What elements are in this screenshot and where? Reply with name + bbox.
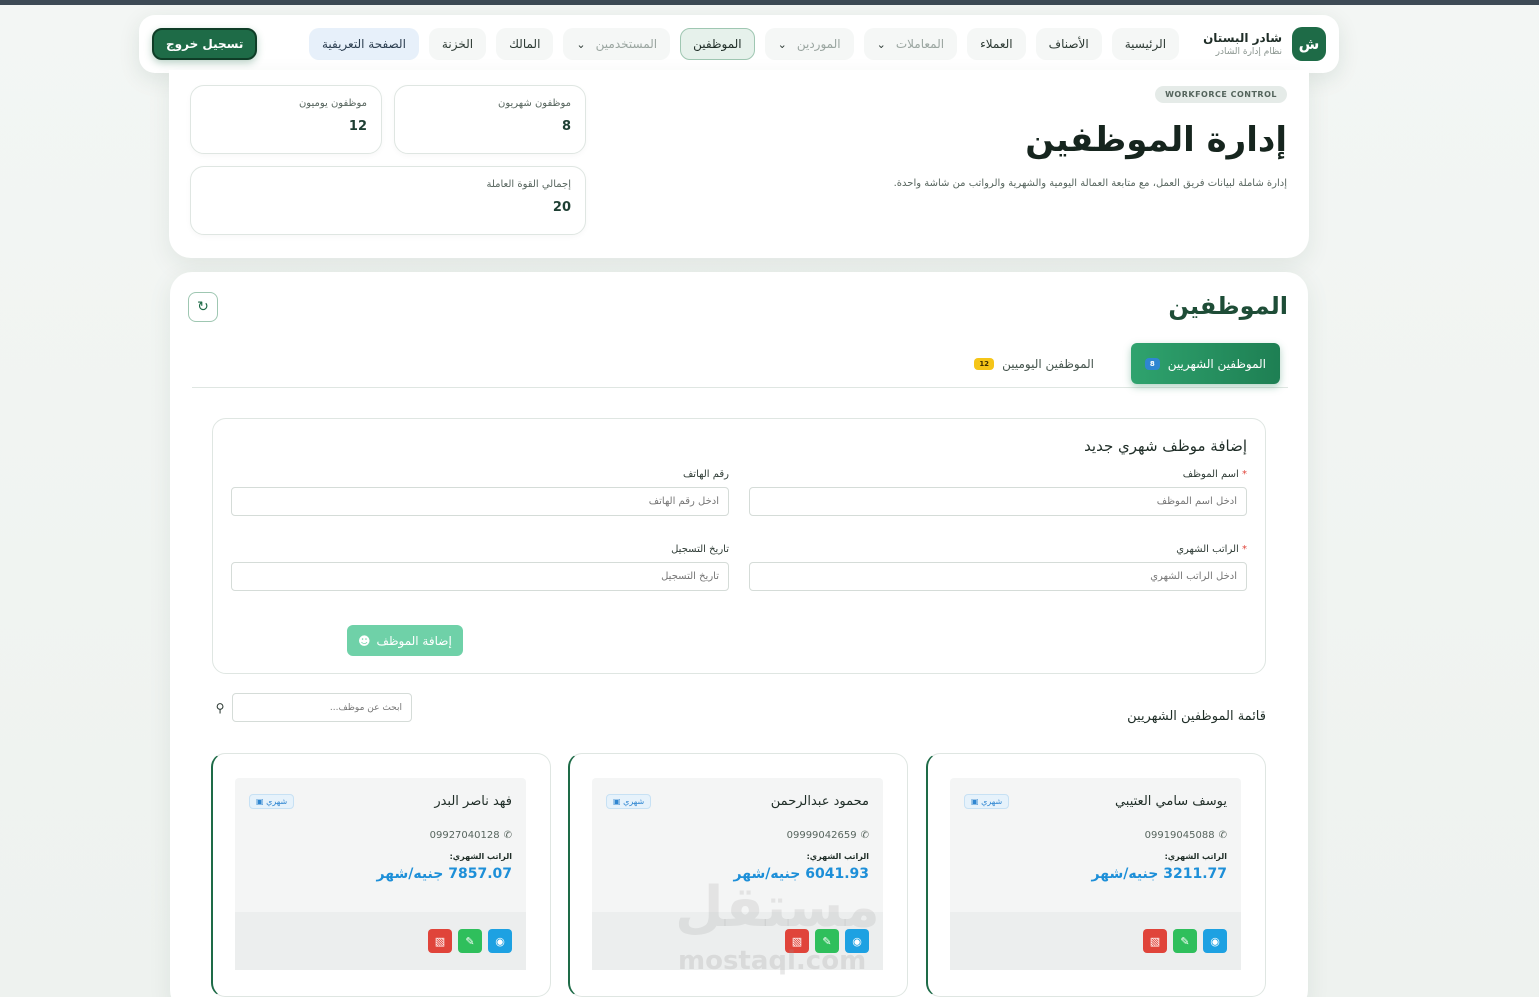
nav-items-categories[interactable]: الأصناف bbox=[1035, 28, 1102, 60]
pencil-icon: ✎ bbox=[1180, 934, 1190, 948]
employee-card: فهد ناصر البدر شهري ▣ ✆ 09927040128 الرات… bbox=[211, 753, 551, 997]
form-title: إضافة موظف شهري جديد bbox=[1084, 437, 1247, 455]
section-title: الموظفين bbox=[1168, 292, 1288, 320]
employee-salary: 7857.07 جنيه/شهر bbox=[376, 866, 512, 882]
hero-description: إدارة شاملة لبيانات فريق العمل، مع متابع… bbox=[893, 178, 1287, 189]
employee-card: يوسف سامي العتيبي شهري ▣ ✆ 09919045088 ال… bbox=[926, 753, 1266, 997]
lock-icon: ▣ bbox=[613, 797, 621, 806]
monthly-salary-input[interactable] bbox=[749, 562, 1247, 591]
nav-about[interactable]: الصفحة التعريفية bbox=[308, 28, 419, 60]
stat-daily: موظفون يوميون 12 bbox=[190, 85, 382, 154]
employee-phone: ✆ 09927040128 bbox=[429, 830, 512, 841]
delete-button[interactable]: ▧ bbox=[1143, 929, 1167, 953]
employee-phone: ✆ 09919045088 bbox=[1144, 830, 1227, 841]
list-title: قائمة الموظفين الشهريين bbox=[1127, 709, 1266, 724]
nav-transactions-dropdown[interactable]: المعاملات ⌄ bbox=[863, 28, 958, 60]
brand-logo: ش bbox=[1292, 27, 1326, 61]
lock-icon: ▣ bbox=[256, 797, 264, 806]
hero-panel: WORKFORCE CONTROL إدارة الموظفين إدارة ش… bbox=[169, 70, 1309, 258]
nav-clients[interactable]: العملاء bbox=[967, 28, 1026, 60]
eye-icon: ◉ bbox=[495, 934, 505, 948]
registration-date-input[interactable] bbox=[231, 562, 729, 591]
date-field: تاريخ التسجيل bbox=[231, 544, 729, 591]
employee-name: فهد ناصر البدر bbox=[434, 794, 512, 809]
phone-input[interactable] bbox=[231, 487, 729, 516]
tabs: الموظفين الشهريين 8 الموظفين اليوميين 12 bbox=[192, 342, 1288, 388]
nav-treasury[interactable]: الخزنة bbox=[428, 28, 487, 60]
nav-owner[interactable]: المالك bbox=[496, 28, 554, 60]
trash-icon: ▧ bbox=[1149, 934, 1161, 948]
trash-icon: ▧ bbox=[434, 934, 446, 948]
employee-name: محمود عبدالرحمن bbox=[770, 794, 869, 809]
watermark-url: mostaql.com bbox=[678, 946, 867, 976]
card-actions: ◉ ✎ ▧ bbox=[235, 912, 526, 970]
navbar: ش شادر البستان نظام إدارة الشادر الرئيسي… bbox=[139, 15, 1339, 73]
phone-field: رقم الهاتف bbox=[231, 469, 729, 516]
chevron-down-icon: ⌄ bbox=[777, 37, 787, 51]
edit-button[interactable]: ✎ bbox=[1173, 929, 1197, 953]
name-field: * اسم الموظف bbox=[749, 469, 1247, 516]
brand-subtitle: نظام إدارة الشادر bbox=[1215, 47, 1282, 57]
pencil-icon: ✎ bbox=[465, 934, 475, 948]
add-employee-button[interactable]: إضافة الموظف ☻ bbox=[347, 625, 463, 656]
tab-daily-employees[interactable]: الموظفين اليوميين 12 bbox=[962, 343, 1106, 384]
salary-label: الراتب الشهري: bbox=[1164, 852, 1227, 861]
count-badge: 12 bbox=[974, 357, 995, 370]
top-accent-line bbox=[0, 0, 1539, 5]
salary-label: الراتب الشهري: bbox=[806, 852, 869, 861]
refresh-button[interactable]: ↻ bbox=[188, 292, 218, 322]
salary-label: الراتب الشهري: bbox=[449, 852, 512, 861]
search-input[interactable] bbox=[232, 693, 412, 722]
brand[interactable]: ش شادر البستان نظام إدارة الشادر bbox=[1203, 27, 1326, 61]
employee-salary: 3211.77 جنيه/شهر bbox=[1091, 866, 1227, 882]
nav-suppliers-dropdown[interactable]: الموردين ⌄ bbox=[764, 28, 854, 60]
eye-icon: ◉ bbox=[1210, 934, 1220, 948]
view-button[interactable]: ◉ bbox=[488, 929, 512, 953]
employee-phone: ✆ 09999042659 bbox=[786, 830, 869, 841]
edit-button[interactable]: ✎ bbox=[458, 929, 482, 953]
phone-icon: ✆ bbox=[503, 830, 512, 841]
page-title: إدارة الموظفين bbox=[1025, 120, 1287, 160]
count-badge: 8 bbox=[1144, 357, 1160, 370]
employee-type-tag: شهري ▣ bbox=[606, 794, 652, 809]
brand-title: شادر البستان bbox=[1203, 31, 1282, 45]
user-plus-icon: ☻ bbox=[358, 633, 371, 648]
chevron-down-icon: ⌄ bbox=[876, 37, 886, 51]
refresh-icon: ↻ bbox=[197, 299, 209, 315]
search-icon: ⚲ bbox=[215, 700, 225, 715]
search-box: ⚲ bbox=[212, 693, 412, 722]
employee-name: يوسف سامي العتيبي bbox=[1114, 794, 1227, 809]
stat-monthly: موظفون شهريون 8 bbox=[394, 85, 586, 154]
logout-button[interactable]: تسجيل خروج bbox=[152, 28, 258, 60]
nav-home[interactable]: الرئيسية bbox=[1111, 28, 1180, 60]
tab-monthly-employees[interactable]: الموظفين الشهريين 8 bbox=[1130, 343, 1280, 384]
salary-field: * الراتب الشهري bbox=[749, 544, 1247, 591]
card-actions: ◉ ✎ ▧ bbox=[950, 912, 1241, 970]
chevron-down-icon: ⌄ bbox=[576, 37, 586, 51]
employee-type-tag: شهري ▣ bbox=[249, 794, 295, 809]
stat-total: إجمالي القوة العاملة 20 bbox=[190, 166, 586, 235]
watermark: مستقل bbox=[675, 875, 880, 940]
lock-icon: ▣ bbox=[971, 797, 979, 806]
add-employee-form: إضافة موظف شهري جديد * اسم الموظف رقم ال… bbox=[212, 418, 1266, 674]
delete-button[interactable]: ▧ bbox=[428, 929, 452, 953]
nav-users-dropdown[interactable]: المستخدمين ⌄ bbox=[563, 28, 671, 60]
employee-type-tag: شهري ▣ bbox=[964, 794, 1010, 809]
nav-employees[interactable]: الموظفين bbox=[680, 28, 755, 60]
hero-badge: WORKFORCE CONTROL bbox=[1155, 86, 1287, 103]
phone-icon: ✆ bbox=[860, 830, 869, 841]
phone-icon: ✆ bbox=[1218, 830, 1227, 841]
view-button[interactable]: ◉ bbox=[1203, 929, 1227, 953]
employee-name-input[interactable] bbox=[749, 487, 1247, 516]
